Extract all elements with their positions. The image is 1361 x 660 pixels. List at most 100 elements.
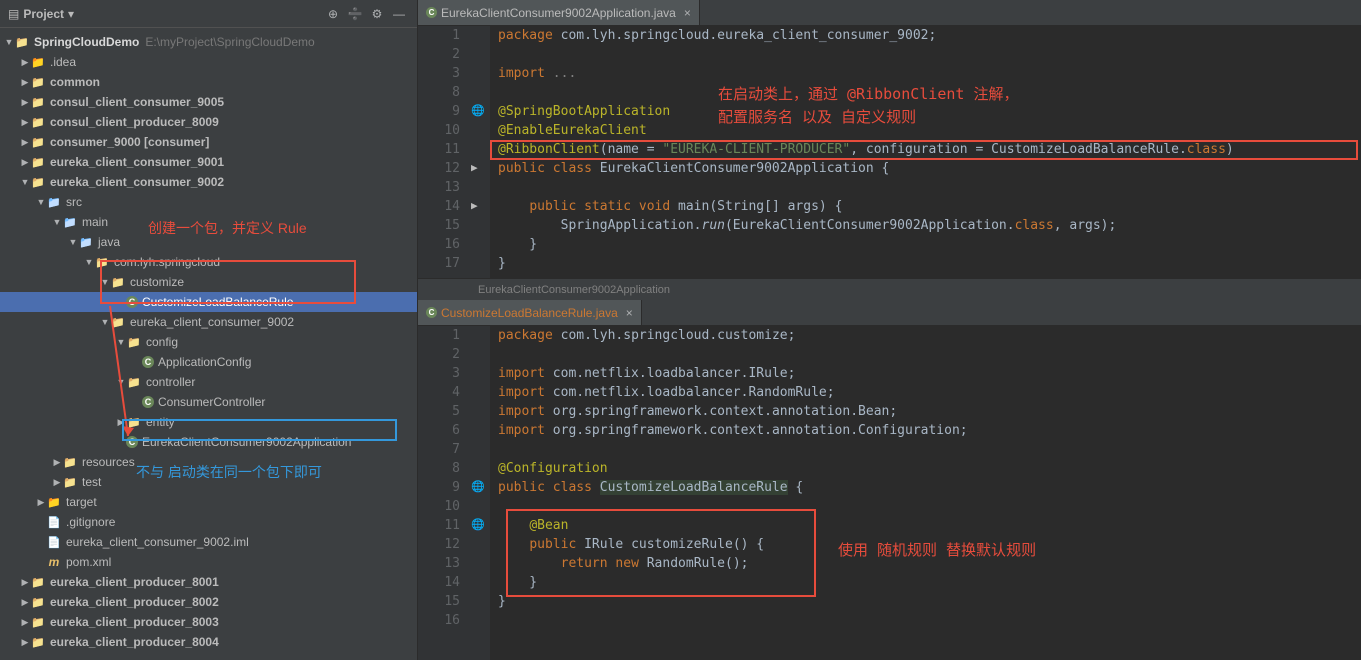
tree-label: eureka_client_producer_8002: [50, 595, 219, 609]
tree-item[interactable]: ConsumerController: [0, 392, 417, 412]
arrow-icon[interactable]: [100, 277, 110, 287]
chevron-down-icon[interactable]: ▾: [68, 7, 74, 21]
tree-item[interactable]: common: [0, 72, 417, 92]
tree-item[interactable]: ApplicationConfig: [0, 352, 417, 372]
tree-item[interactable]: .gitignore: [0, 512, 417, 532]
arrow-icon[interactable]: [20, 77, 30, 88]
tab-bar-bottom: CustomizeLoadBalanceRule.java ×: [418, 300, 1361, 326]
folder-icon: [30, 114, 46, 130]
gutter-mark-icon[interactable]: 🌐: [471, 104, 485, 117]
gutter-mark-icon[interactable]: ▶: [471, 161, 478, 174]
arrow-icon[interactable]: [116, 337, 126, 347]
tree-item[interactable]: eureka_client_producer_8003: [0, 612, 417, 632]
project-tree[interactable]: SpringCloudDemo E:\myProject\SpringCloud…: [0, 28, 417, 660]
gutter-mark-icon[interactable]: 🌐: [471, 518, 485, 531]
pom-icon: [46, 554, 62, 570]
tab-application[interactable]: EurekaClientConsumer9002Application.java…: [418, 0, 700, 25]
folder-icon: [78, 234, 94, 250]
arrow-icon[interactable]: [20, 137, 30, 148]
tree-label: ApplicationConfig: [158, 355, 251, 369]
arrow-icon[interactable]: [116, 417, 126, 428]
tree-item[interactable]: java: [0, 232, 417, 252]
code-area-top[interactable]: 123891011121314151617 🌐▶▶ package com.ly…: [418, 26, 1361, 278]
tree-item[interactable]: customize: [0, 272, 417, 292]
tree-item[interactable]: com.lyh.springcloud: [0, 252, 417, 272]
arrow-icon[interactable]: [52, 457, 62, 468]
tree-item[interactable]: pom.xml: [0, 552, 417, 572]
arrow-icon[interactable]: [20, 617, 30, 628]
tree-label: .gitignore: [66, 515, 115, 529]
collapse-icon[interactable]: ➗: [345, 4, 365, 24]
arrow-icon[interactable]: [116, 377, 126, 387]
code-area-bottom[interactable]: 12345678910111213141516 🌐🌐 package com.l…: [418, 326, 1361, 660]
tab-customize-rule[interactable]: CustomizeLoadBalanceRule.java ×: [418, 300, 642, 325]
arrow-icon[interactable]: [52, 217, 62, 227]
tree-item[interactable]: src: [0, 192, 417, 212]
line-gutter: 12345678910111213141516: [418, 326, 468, 660]
close-icon[interactable]: ×: [684, 6, 691, 20]
tree-item[interactable]: entity: [0, 412, 417, 432]
tab-bar-top: EurekaClientConsumer9002Application.java…: [418, 0, 1361, 26]
arrow-icon[interactable]: [36, 197, 46, 207]
tree-item[interactable]: consumer_9000 [consumer]: [0, 132, 417, 152]
tree-item[interactable]: target: [0, 492, 417, 512]
arrow-icon[interactable]: [20, 577, 30, 588]
arrow-icon[interactable]: [36, 497, 46, 508]
arrow-icon[interactable]: [20, 117, 30, 128]
gutter-mark-icon[interactable]: ▶: [471, 199, 478, 212]
gutter-icons[interactable]: 🌐🌐: [468, 326, 490, 660]
tree-item[interactable]: eureka_client_consumer_9001: [0, 152, 417, 172]
tree-item[interactable]: CustomizeLoadBalanceRule: [0, 292, 417, 312]
arrow-icon[interactable]: [20, 97, 30, 108]
arrow-icon[interactable]: [20, 157, 30, 168]
arrow-icon[interactable]: [100, 317, 110, 327]
gitignore-icon: [46, 514, 62, 530]
tree-item[interactable]: eureka_client_producer_8002: [0, 592, 417, 612]
tree-label: eureka_client_producer_8001: [50, 575, 219, 589]
tree-item[interactable]: eureka_client_producer_8004: [0, 632, 417, 652]
arrow-icon[interactable]: [52, 477, 62, 488]
arrow-icon[interactable]: [68, 237, 78, 247]
tree-item[interactable]: test: [0, 472, 417, 492]
arrow-icon[interactable]: [20, 637, 30, 648]
arrow-icon[interactable]: [20, 57, 30, 68]
tree-item[interactable]: .idea: [0, 52, 417, 72]
code-lines[interactable]: package com.lyh.springcloud.eureka_clien…: [490, 26, 1361, 278]
breadcrumb[interactable]: EurekaClientConsumer9002Application: [418, 278, 1361, 300]
close-icon[interactable]: ×: [626, 306, 633, 320]
arrow-icon[interactable]: [20, 597, 30, 608]
tree-item[interactable]: eureka_client_producer_8001: [0, 572, 417, 592]
tree-label: customize: [130, 275, 184, 289]
tree-item[interactable]: eureka_client_consumer_9002.iml: [0, 532, 417, 552]
folder-icon: [30, 574, 46, 590]
folder-icon: [126, 414, 142, 430]
locate-icon[interactable]: ⊕: [323, 4, 343, 24]
tree-label: resources: [82, 455, 135, 469]
java-icon: [426, 307, 437, 318]
tree-root[interactable]: SpringCloudDemo E:\myProject\SpringCloud…: [0, 32, 417, 52]
tree-item[interactable]: EurekaClientConsumer9002Application: [0, 432, 417, 452]
tree-item[interactable]: config: [0, 332, 417, 352]
code-lines[interactable]: package com.lyh.springcloud.customize;im…: [490, 326, 1361, 660]
java-class-icon: [142, 356, 154, 368]
breadcrumb-item[interactable]: EurekaClientConsumer9002Application: [478, 284, 670, 296]
tree-item[interactable]: consul_client_producer_8009: [0, 112, 417, 132]
tree-label: consumer_9000 [consumer]: [50, 135, 209, 149]
tree-item[interactable]: main: [0, 212, 417, 232]
tree-item[interactable]: controller: [0, 372, 417, 392]
gear-icon[interactable]: ⚙: [367, 4, 387, 24]
gutter-mark-icon[interactable]: 🌐: [471, 480, 485, 493]
arrow-icon[interactable]: [4, 37, 14, 47]
arrow-icon[interactable]: [84, 257, 94, 267]
tree-item[interactable]: resources: [0, 452, 417, 472]
gutter-icons[interactable]: 🌐 ▶ ▶: [468, 26, 490, 278]
tree-label: common: [50, 75, 100, 89]
tree-item[interactable]: consul_client_consumer_9005: [0, 92, 417, 112]
tree-label: consul_client_consumer_9005: [50, 95, 224, 109]
folder-icon: [30, 74, 46, 90]
tree-item[interactable]: eureka_client_consumer_9002: [0, 172, 417, 192]
folder-icon: [62, 474, 78, 490]
arrow-icon[interactable]: [20, 177, 30, 187]
hide-icon[interactable]: —: [389, 4, 409, 24]
tree-item[interactable]: eureka_client_consumer_9002: [0, 312, 417, 332]
